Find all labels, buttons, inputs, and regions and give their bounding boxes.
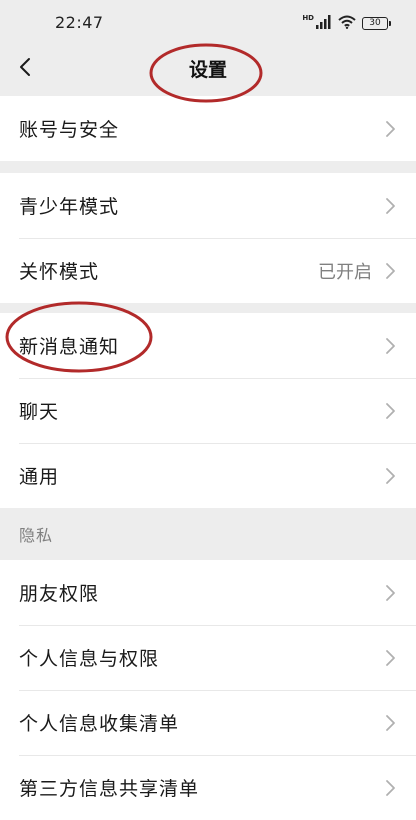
wifi-icon [338,14,356,33]
settings-row-care-mode[interactable]: 关怀模式 已开启 [0,238,416,303]
settings-row-label: 通用 [19,466,60,488]
settings-row-youth-mode[interactable]: 青少年模式 [0,173,416,238]
settings-row-personal-info-permissions[interactable]: 个人信息与权限 [0,625,416,690]
battery-icon: 30 [362,16,391,30]
settings-row-label: 青少年模式 [19,196,120,218]
chevron-right-icon [384,197,396,215]
settings-row-label: 新消息通知 [19,336,120,358]
status-bar: 22:47 HD 30 [0,0,416,44]
settings-row-info-collection-list[interactable]: 个人信息收集清单 [0,690,416,755]
settings-row-account-security[interactable]: 账号与安全 [0,96,416,161]
signal-icon [316,14,332,33]
hd-label: HD [302,14,314,22]
settings-row-friend-permissions[interactable]: 朋友权限 [0,560,416,625]
settings-row-label: 个人信息收集清单 [19,713,180,735]
settings-row-third-party-sharing-list[interactable]: 第三方信息共享清单 [0,755,416,820]
settings-row-label: 个人信息与权限 [19,648,160,670]
settings-group-privacy: 朋友权限 个人信息与权限 个人信息收集清单 第三方信息共享清单 [0,560,416,820]
section-header-label: 隐私 [19,526,54,545]
nav-bar: 设置 [0,44,416,94]
settings-group-general: 新消息通知 聊天 通用 [0,313,416,508]
settings-row-label: 账号与安全 [19,119,120,141]
chevron-right-icon [384,262,396,280]
settings-row-chat[interactable]: 聊天 [0,378,416,443]
settings-row-label: 聊天 [19,401,60,423]
settings-group-account: 账号与安全 [0,96,416,161]
chevron-right-icon [384,402,396,420]
chevron-right-icon [384,714,396,732]
chevron-right-icon [384,779,396,797]
settings-row-label: 第三方信息共享清单 [19,778,200,800]
status-icons: HD 30 [302,14,391,33]
page-title: 设置 [188,59,227,81]
chevron-right-icon [384,649,396,667]
chevron-right-icon [384,467,396,485]
settings-row-notifications[interactable]: 新消息通知 [0,313,416,378]
settings-row-general[interactable]: 通用 [0,443,416,508]
battery-level: 30 [369,17,381,28]
section-header-privacy: 隐私 [0,508,416,558]
chevron-right-icon [384,120,396,138]
settings-row-label: 关怀模式 [19,261,100,283]
settings-group-modes: 青少年模式 关怀模式 已开启 [0,173,416,303]
care-mode-status: 已开启 [318,261,372,283]
status-time: 22:47 [55,13,104,32]
settings-row-label: 朋友权限 [19,583,100,605]
chevron-right-icon [384,337,396,355]
chevron-right-icon [384,584,396,602]
